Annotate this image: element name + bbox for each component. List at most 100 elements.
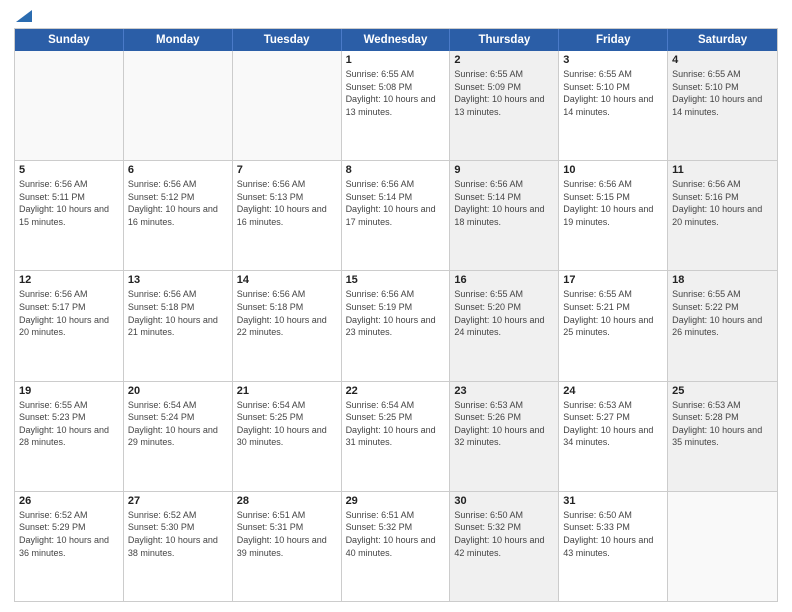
cell-info: Sunrise: 6:56 AMSunset: 5:14 PMDaylight:…	[454, 178, 554, 228]
cal-cell: 7Sunrise: 6:56 AMSunset: 5:13 PMDaylight…	[233, 161, 342, 270]
cal-cell: 31 Sunrise: 6:50 AMSunset: 5:33 PMDayligh…	[559, 492, 668, 601]
cell-info: Sunrise: 6:52 AMSunset: 5:30 PMDaylight:…	[128, 509, 228, 559]
cal-cell: 4 Sunrise: 6:55 AMSunset: 5:10 PMDaylight…	[668, 51, 777, 160]
cell-info: Sunrise: 6:56 AMSunset: 5:11 PMDaylight:…	[19, 178, 119, 228]
cell-info: Sunrise: 6:52 AMSunset: 5:29 PMDaylight:…	[19, 509, 119, 559]
header-day-monday: Monday	[124, 29, 233, 51]
cell-info: Sunrise: 6:54 AMSunset: 5:24 PMDaylight:…	[128, 399, 228, 449]
day-number: 9	[454, 164, 554, 176]
header	[14, 10, 778, 22]
header-day-sunday: Sunday	[15, 29, 124, 51]
cell-info: Sunrise: 6:56 AMSunset: 5:18 PMDaylight:…	[128, 288, 228, 338]
cal-cell: 21 Sunrise: 6:54 AMSunset: 5:25 PMDayligh…	[233, 382, 342, 491]
day-number: 29	[346, 495, 446, 507]
cal-cell: 6 Sunrise: 6:56 AMSunset: 5:12 PMDaylight…	[124, 161, 233, 270]
cell-info: Sunrise: 6:56 AMSunset: 5:16 PMDaylight:…	[672, 178, 773, 228]
week-row-3: 19Sunrise: 6:55 AMSunset: 5:23 PMDayligh…	[15, 382, 777, 492]
header-day-friday: Friday	[559, 29, 668, 51]
cal-cell: 18 Sunrise: 6:55 AMSunset: 5:22 PMDayligh…	[668, 271, 777, 380]
day-number: 13	[128, 274, 228, 286]
week-row-0: 1 Sunrise: 6:55 AMSunset: 5:08 PMDaylight…	[15, 51, 777, 161]
logo	[14, 10, 32, 22]
cell-info: Sunrise: 6:55 AMSunset: 5:20 PMDaylight:…	[454, 288, 554, 338]
day-number: 16	[454, 274, 554, 286]
calendar: SundayMondayTuesdayWednesdayThursdayFrid…	[14, 28, 778, 602]
cell-info: Sunrise: 6:56 AMSunset: 5:18 PMDaylight:…	[237, 288, 337, 338]
week-row-1: 5 Sunrise: 6:56 AMSunset: 5:11 PMDaylight…	[15, 161, 777, 271]
cell-info: Sunrise: 6:50 AMSunset: 5:33 PMDaylight:…	[563, 509, 663, 559]
cal-cell: 24 Sunrise: 6:53 AMSunset: 5:27 PMDayligh…	[559, 382, 668, 491]
cell-info: Sunrise: 6:56 AMSunset: 5:19 PMDaylight:…	[346, 288, 446, 338]
day-number: 10	[563, 164, 663, 176]
day-number: 18	[672, 274, 773, 286]
day-number: 24	[563, 385, 663, 397]
calendar-header-row: SundayMondayTuesdayWednesdayThursdayFrid…	[15, 29, 777, 51]
cell-info: Sunrise: 6:56 AMSunset: 5:14 PMDaylight:…	[346, 178, 446, 228]
cell-info: Sunrise: 6:53 AMSunset: 5:27 PMDaylight:…	[563, 399, 663, 449]
day-number: 15	[346, 274, 446, 286]
day-number: 14	[237, 274, 337, 286]
day-number: 20	[128, 385, 228, 397]
cell-info: Sunrise: 6:55 AMSunset: 5:21 PMDaylight:…	[563, 288, 663, 338]
header-day-saturday: Saturday	[668, 29, 777, 51]
logo-icon	[16, 10, 32, 22]
cal-cell: 3 Sunrise: 6:55 AMSunset: 5:10 PMDaylight…	[559, 51, 668, 160]
day-number: 27	[128, 495, 228, 507]
day-number: 3	[563, 54, 663, 66]
cal-cell: 10 Sunrise: 6:56 AMSunset: 5:15 PMDayligh…	[559, 161, 668, 270]
week-row-4: 26 Sunrise: 6:52 AMSunset: 5:29 PMDayligh…	[15, 492, 777, 601]
calendar-body: 1 Sunrise: 6:55 AMSunset: 5:08 PMDaylight…	[15, 51, 777, 601]
day-number: 6	[128, 164, 228, 176]
cell-info: Sunrise: 6:54 AMSunset: 5:25 PMDaylight:…	[346, 399, 446, 449]
cal-cell: 14 Sunrise: 6:56 AMSunset: 5:18 PMDayligh…	[233, 271, 342, 380]
day-number: 17	[563, 274, 663, 286]
cell-info: Sunrise: 6:55 AMSunset: 5:10 PMDaylight:…	[563, 68, 663, 118]
cal-cell: 17 Sunrise: 6:55 AMSunset: 5:21 PMDayligh…	[559, 271, 668, 380]
cal-cell: 27 Sunrise: 6:52 AMSunset: 5:30 PMDayligh…	[124, 492, 233, 601]
cal-cell: 26 Sunrise: 6:52 AMSunset: 5:29 PMDayligh…	[15, 492, 124, 601]
cell-info: Sunrise: 6:56 AMSunset: 5:12 PMDaylight:…	[128, 178, 228, 228]
cal-cell: 29Sunrise: 6:51 AMSunset: 5:32 PMDayligh…	[342, 492, 451, 601]
cal-cell: 19Sunrise: 6:55 AMSunset: 5:23 PMDayligh…	[15, 382, 124, 491]
cell-info: Sunrise: 6:53 AMSunset: 5:26 PMDaylight:…	[454, 399, 554, 449]
day-number: 21	[237, 385, 337, 397]
day-number: 26	[19, 495, 119, 507]
cal-cell: 23 Sunrise: 6:53 AMSunset: 5:26 PMDayligh…	[450, 382, 559, 491]
day-number: 22	[346, 385, 446, 397]
cell-info: Sunrise: 6:55 AMSunset: 5:09 PMDaylight:…	[454, 68, 554, 118]
day-number: 23	[454, 385, 554, 397]
cell-info: Sunrise: 6:55 AMSunset: 5:22 PMDaylight:…	[672, 288, 773, 338]
cal-cell: 2Sunrise: 6:55 AMSunset: 5:09 PMDaylight…	[450, 51, 559, 160]
cell-info: Sunrise: 6:50 AMSunset: 5:32 PMDaylight:…	[454, 509, 554, 559]
cell-info: Sunrise: 6:56 AMSunset: 5:17 PMDaylight:…	[19, 288, 119, 338]
cell-info: Sunrise: 6:55 AMSunset: 5:08 PMDaylight:…	[346, 68, 446, 118]
day-number: 1	[346, 54, 446, 66]
cal-cell	[233, 51, 342, 160]
day-number: 12	[19, 274, 119, 286]
page: SundayMondayTuesdayWednesdayThursdayFrid…	[0, 0, 792, 612]
header-day-wednesday: Wednesday	[342, 29, 451, 51]
cell-info: Sunrise: 6:56 AMSunset: 5:13 PMDaylight:…	[237, 178, 337, 228]
cal-cell: 28 Sunrise: 6:51 AMSunset: 5:31 PMDayligh…	[233, 492, 342, 601]
cal-cell: 11 Sunrise: 6:56 AMSunset: 5:16 PMDayligh…	[668, 161, 777, 270]
day-number: 31	[563, 495, 663, 507]
cal-cell: 25Sunrise: 6:53 AMSunset: 5:28 PMDayligh…	[668, 382, 777, 491]
day-number: 11	[672, 164, 773, 176]
day-number: 8	[346, 164, 446, 176]
cal-cell: 9 Sunrise: 6:56 AMSunset: 5:14 PMDaylight…	[450, 161, 559, 270]
header-day-thursday: Thursday	[450, 29, 559, 51]
cal-cell: 12 Sunrise: 6:56 AMSunset: 5:17 PMDayligh…	[15, 271, 124, 380]
cell-info: Sunrise: 6:55 AMSunset: 5:10 PMDaylight:…	[672, 68, 773, 118]
cal-cell	[668, 492, 777, 601]
cell-info: Sunrise: 6:51 AMSunset: 5:31 PMDaylight:…	[237, 509, 337, 559]
cal-cell	[124, 51, 233, 160]
cell-info: Sunrise: 6:56 AMSunset: 5:15 PMDaylight:…	[563, 178, 663, 228]
day-number: 4	[672, 54, 773, 66]
day-number: 5	[19, 164, 119, 176]
day-number: 19	[19, 385, 119, 397]
week-row-2: 12 Sunrise: 6:56 AMSunset: 5:17 PMDayligh…	[15, 271, 777, 381]
day-number: 28	[237, 495, 337, 507]
cal-cell: 13 Sunrise: 6:56 AMSunset: 5:18 PMDayligh…	[124, 271, 233, 380]
cal-cell: 1 Sunrise: 6:55 AMSunset: 5:08 PMDaylight…	[342, 51, 451, 160]
cell-info: Sunrise: 6:54 AMSunset: 5:25 PMDaylight:…	[237, 399, 337, 449]
